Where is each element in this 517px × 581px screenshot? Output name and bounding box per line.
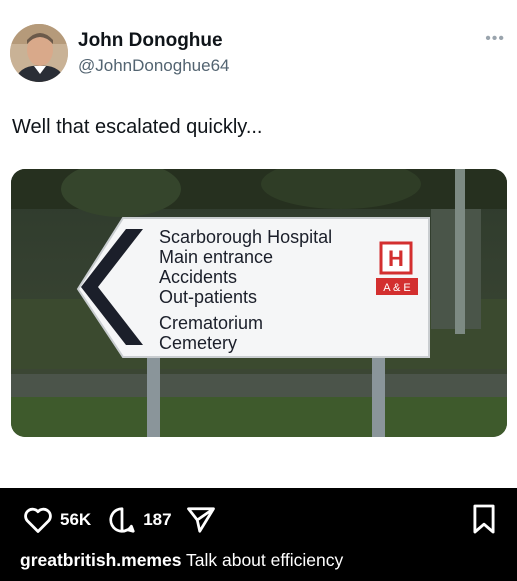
caption-username[interactable]: greatbritish.memes bbox=[20, 550, 181, 570]
like-button[interactable]: 56K bbox=[22, 506, 91, 534]
send-icon bbox=[186, 507, 215, 533]
sign-line: Main entrance bbox=[159, 247, 273, 267]
ae-label: A & E bbox=[383, 282, 411, 294]
author-name[interactable]: John Donoghue bbox=[78, 30, 223, 52]
avatar-image bbox=[10, 24, 68, 82]
comment-button[interactable]: 187 bbox=[107, 505, 172, 535]
bookmark-icon bbox=[473, 504, 495, 534]
sign-line: Scarborough Hospital bbox=[159, 227, 332, 247]
post-image[interactable]: Scarborough Hospital Main entrance Accid… bbox=[11, 169, 507, 437]
caption-text: Talk about efficiency bbox=[186, 550, 344, 570]
like-count: 56K bbox=[60, 510, 92, 529]
post-text: Well that escalated quickly... bbox=[12, 116, 263, 138]
share-button[interactable] bbox=[186, 505, 216, 535]
avatar[interactable] bbox=[10, 24, 68, 82]
sign-photo: Scarborough Hospital Main entrance Accid… bbox=[11, 169, 507, 437]
hospital-letter: H bbox=[388, 246, 404, 271]
comment-count: 187 bbox=[143, 510, 172, 529]
more-options-icon[interactable]: ••• bbox=[485, 30, 505, 48]
sign-line: Accidents bbox=[159, 267, 237, 287]
sign-line: Crematorium bbox=[159, 313, 263, 333]
actions-row: 56K 187 bbox=[22, 504, 216, 536]
caption: greatbritish.memes Talk about efficiency bbox=[20, 550, 343, 571]
sign-line: Cemetery bbox=[159, 333, 237, 353]
author-handle[interactable]: @JohnDonoghue64 bbox=[78, 56, 230, 76]
action-bar: 56K 187 greatbritish.memes Talk about ef… bbox=[0, 488, 517, 581]
sign-line: Out-patients bbox=[159, 287, 257, 307]
save-button[interactable] bbox=[471, 503, 497, 540]
heart-icon bbox=[24, 507, 52, 533]
comment-bubble-icon bbox=[109, 507, 135, 533]
post-card: John Donoghue @JohnDonoghue64 ••• Well t… bbox=[0, 0, 517, 488]
